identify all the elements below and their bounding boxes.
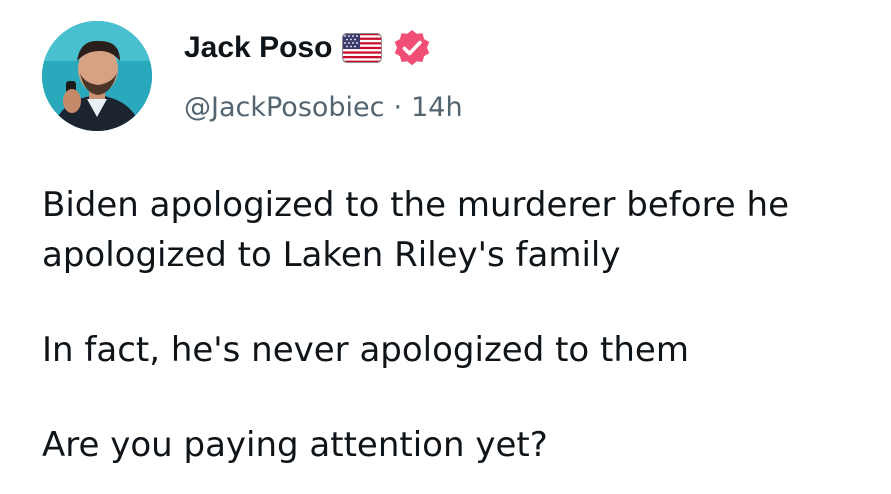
verified-badge-icon bbox=[392, 28, 432, 68]
avatar[interactable] bbox=[42, 21, 152, 131]
author-name-row: Jack Poso bbox=[184, 28, 432, 68]
author-meta-row: @JackPosobiec · 14h bbox=[184, 87, 463, 127]
post-card: Jack Poso @JackPosobiec · 14h Biden apol… bbox=[0, 0, 891, 494]
post-paragraph: Biden apologized to the murderer before … bbox=[42, 185, 790, 275]
meta-separator: · bbox=[393, 91, 403, 123]
post-paragraph: In fact, he's never apologized to them bbox=[42, 330, 689, 370]
author-handle[interactable]: @JackPosobiec bbox=[184, 92, 385, 123]
post-body: Biden apologized to the murderer before … bbox=[42, 180, 872, 470]
post-paragraph: Are you paying attention yet? bbox=[42, 425, 548, 465]
avatar-image bbox=[42, 21, 152, 131]
us-flag-icon bbox=[342, 33, 383, 63]
author-display-name[interactable]: Jack Poso bbox=[184, 28, 332, 68]
post-timestamp[interactable]: 14h bbox=[411, 92, 462, 123]
